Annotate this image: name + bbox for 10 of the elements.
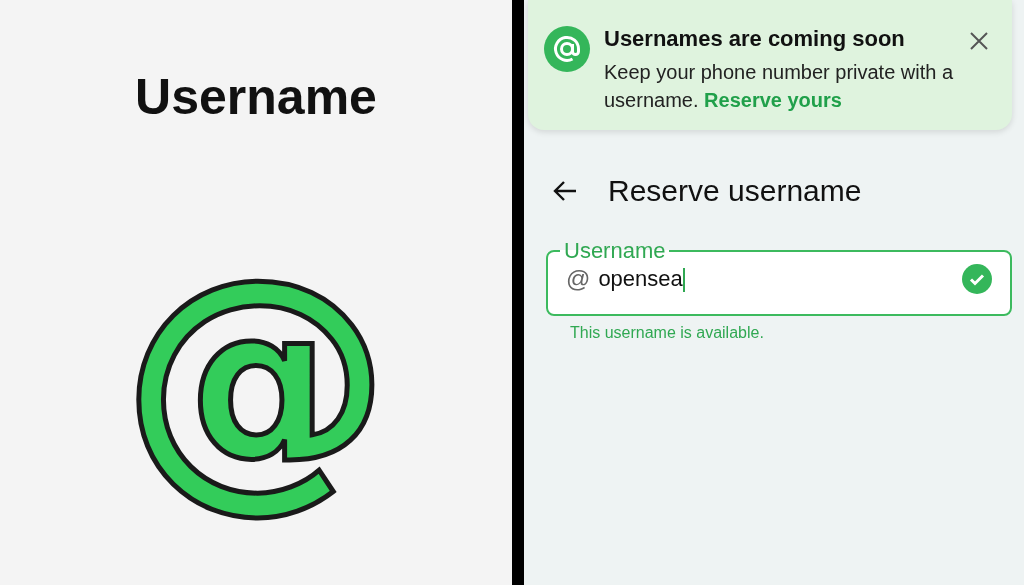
at-prefix: @ (566, 265, 591, 293)
banner-text: Keep your phone number private with a username. Reserve yours (604, 60, 954, 113)
close-icon[interactable] (968, 30, 990, 52)
heading: Username (135, 68, 377, 127)
at-icon (544, 26, 590, 72)
back-arrow-icon[interactable] (552, 180, 578, 202)
helper-text: This username is available. (570, 324, 765, 342)
screen-title: Reserve username (608, 174, 862, 208)
banner-title: Usernames are coming soon (604, 26, 906, 52)
at-symbol: @ (120, 219, 392, 537)
